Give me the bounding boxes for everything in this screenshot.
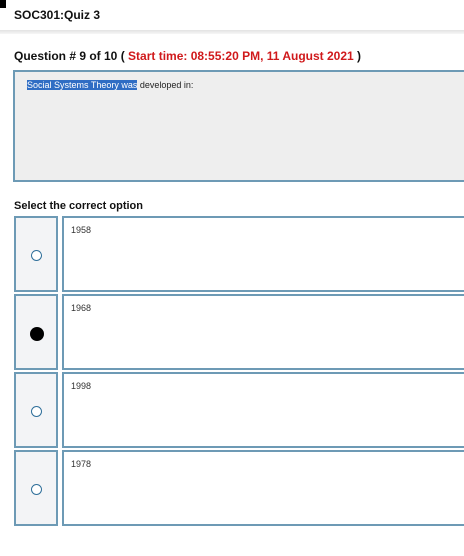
question-text-rest: developed in: [137,80,194,90]
option-row: 1968 [14,294,464,370]
radio-button[interactable] [31,406,42,417]
option-cell[interactable]: 1968 [62,294,464,370]
radio-cell[interactable] [14,372,58,448]
radio-cell[interactable] [14,450,58,526]
radio-button-selected[interactable] [30,327,44,341]
radio-button[interactable] [31,250,42,261]
option-label: 1958 [71,225,92,235]
quiz-page: SOC301:Quiz 3 Question # 9 of 10 ( Start… [0,0,464,556]
option-cell[interactable]: 1978 [62,450,464,526]
option-cell[interactable]: 1958 [62,216,464,292]
option-row: 1958 [14,216,464,292]
quiz-title: SOC301:Quiz 3 [14,8,101,22]
option-label: 1968 [71,303,92,313]
option-label: 1998 [71,381,92,391]
corner-mark [0,0,6,8]
question-header-close: ) [353,49,362,63]
radio-button[interactable] [31,484,42,495]
question-text-box[interactable]: Social Systems Theory was developed in: [13,70,464,182]
title-divider [0,30,464,34]
selected-text: Social Systems Theory was [27,80,138,90]
question-number: Question # 9 of 10 ( [14,49,129,63]
option-label: 1978 [71,459,92,469]
question-text: Social Systems Theory was developed in: [27,80,193,90]
start-time: Start time: 08:55:20 PM, 11 August 2021 [128,49,354,63]
select-option-label: Select the correct option [14,200,143,212]
radio-cell[interactable] [14,216,58,292]
option-row: 1998 [14,372,464,448]
radio-cell[interactable] [14,294,58,370]
option-cell[interactable]: 1998 [62,372,464,448]
option-row: 1978 [14,450,464,526]
question-header: Question # 9 of 10 ( Start time: 08:55:2… [14,49,361,63]
